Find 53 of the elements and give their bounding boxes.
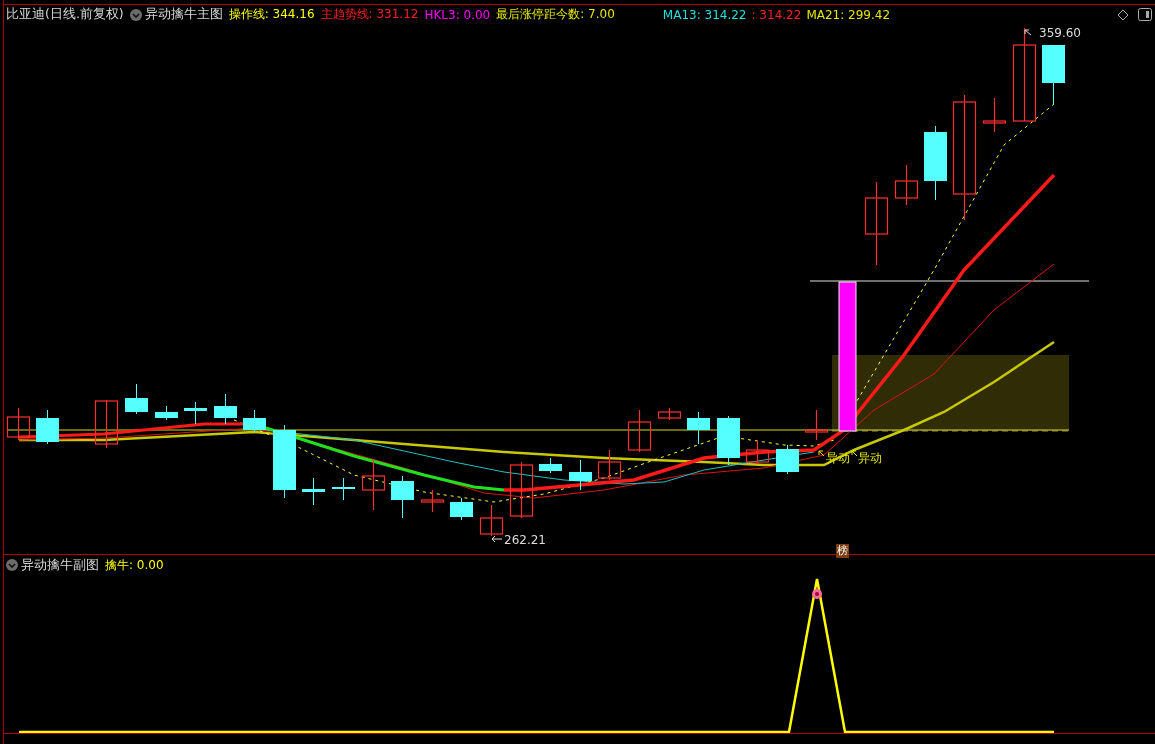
candlestick bbox=[361, 459, 386, 511]
candlestick bbox=[776, 444, 799, 475]
candlestick bbox=[243, 409, 266, 433]
ma-value: MA21: 299.42 bbox=[806, 7, 891, 22]
candlestick bbox=[745, 439, 770, 465]
candlestick bbox=[804, 409, 829, 441]
signal-label: 异动 bbox=[858, 451, 882, 465]
candlestick bbox=[479, 504, 504, 537]
diamond-icon[interactable] bbox=[1117, 8, 1129, 21]
candlestick bbox=[539, 457, 562, 474]
candlestick bbox=[94, 399, 119, 449]
arrow-icon bbox=[491, 535, 503, 543]
price-label: 262.21 bbox=[504, 533, 546, 547]
candlestick bbox=[332, 477, 355, 501]
ma-value: MA13: 314.22 bbox=[662, 7, 747, 22]
indicator-value: HKL3: 0.00 bbox=[424, 7, 491, 22]
candlestick bbox=[420, 489, 445, 513]
candlestick bbox=[155, 405, 178, 421]
dropdown-icon[interactable] bbox=[6, 559, 18, 571]
arrow-icon bbox=[851, 450, 858, 457]
ma-value: : 314.22 bbox=[751, 7, 802, 22]
indicator-value: 擒牛: 0.00 bbox=[105, 556, 164, 574]
indicator-value: 操作线: 344.16 bbox=[228, 6, 315, 23]
price-label: 359.60 bbox=[1039, 26, 1081, 40]
candlestick bbox=[569, 459, 592, 491]
rank-badge: 榜 bbox=[836, 544, 849, 558]
candlestick bbox=[894, 164, 919, 206]
candlestick bbox=[1042, 44, 1065, 105]
candlestick bbox=[597, 449, 622, 481]
panel-toggle-icon[interactable] bbox=[1138, 8, 1152, 21]
indicator-name: 异动擒牛主图 bbox=[144, 6, 223, 23]
indicator-value: 最后涨停距今数: 7.00 bbox=[496, 6, 615, 23]
arrow-icon bbox=[1024, 29, 1032, 36]
candlestick bbox=[982, 97, 1007, 133]
candlestick bbox=[391, 475, 414, 519]
candlestick bbox=[657, 407, 682, 421]
dropdown-icon[interactable] bbox=[129, 8, 142, 21]
candlestick bbox=[302, 477, 325, 506]
candlestick bbox=[627, 409, 652, 453]
arrow-icon bbox=[818, 450, 825, 457]
candlestick bbox=[125, 383, 148, 415]
candlestick bbox=[509, 461, 534, 519]
candlestick bbox=[450, 497, 473, 521]
candlestick bbox=[6, 407, 31, 441]
candlestick bbox=[687, 411, 710, 445]
candlestick bbox=[36, 409, 59, 445]
indicator-value: 主趋势线: 331.12 bbox=[320, 6, 419, 23]
indicator-name: 异动擒牛副图 bbox=[21, 556, 99, 574]
stock-title: 比亚迪(日线.前复权) bbox=[6, 6, 124, 23]
candlestick bbox=[214, 393, 237, 425]
candlestick bbox=[717, 415, 740, 466]
candlestick bbox=[184, 401, 207, 425]
signal-marker-icon bbox=[812, 589, 822, 599]
